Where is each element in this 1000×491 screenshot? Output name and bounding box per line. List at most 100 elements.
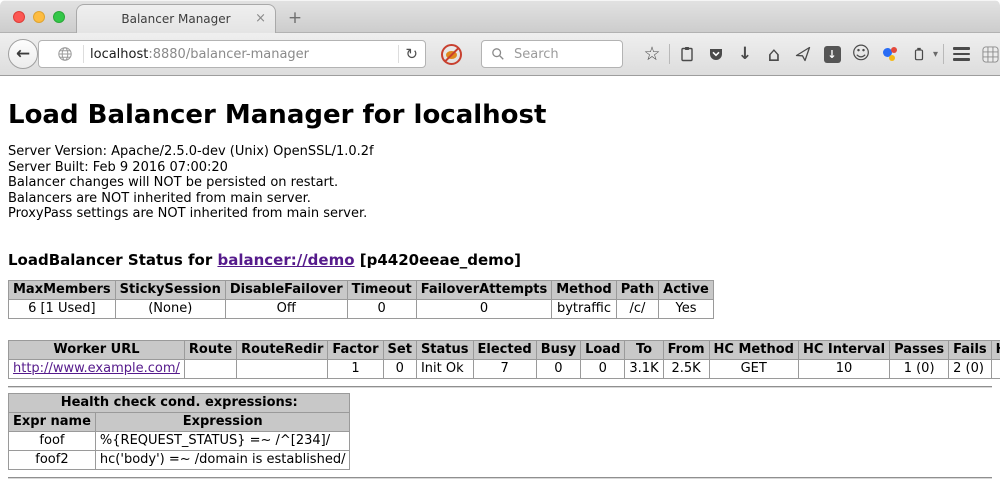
col-header-worker-url: Worker URL	[9, 340, 185, 359]
toolbar-separator	[669, 44, 670, 64]
colored-dots	[881, 45, 899, 63]
col-header-to: To	[625, 340, 663, 359]
url-bar[interactable]: localhost:8880/balancer-manager ↻	[38, 40, 426, 68]
chevron-down-icon[interactable]: ▾	[933, 49, 938, 60]
window-controls	[13, 11, 65, 23]
toolbar-icons: ☆ ↓ ⌂ ↓ ☺ ▾	[640, 42, 1000, 66]
cell-worker-url: http://www.example.com/	[9, 359, 185, 378]
col-header-hc-method: HC Method	[709, 340, 798, 359]
col-header-active: Active	[659, 280, 714, 299]
search-bar[interactable]	[481, 40, 623, 68]
close-window-button[interactable]	[13, 11, 25, 23]
back-button[interactable]: ←	[8, 39, 38, 69]
table-row: 6 [1 Used] (None) Off 0 0 bytraffic /c/ …	[9, 299, 714, 318]
content-blocked-icon[interactable]	[441, 44, 462, 65]
hamburger-bars	[953, 47, 970, 61]
menu-hamburger-icon[interactable]	[949, 42, 973, 66]
cell-status: Init Ok	[416, 359, 473, 378]
col-header-path: Path	[616, 280, 658, 299]
col-header-status: Status	[416, 340, 473, 359]
cell-failoverattempts: 0	[416, 299, 552, 318]
cell-expression: hc('body') =~ /domain is established/	[95, 450, 350, 469]
tab-title: Balancer Manager	[121, 12, 230, 26]
table-header-row: MaxMembers StickySession DisableFailover…	[9, 280, 714, 299]
search-input[interactable]	[512, 46, 614, 63]
balancer-params-table: MaxMembers StickySession DisableFailover…	[8, 280, 714, 319]
col-header-failoverattempts: FailoverAttempts	[416, 280, 552, 299]
cell-timeout: 0	[347, 299, 416, 318]
cell-fails: 2 (0)	[949, 359, 992, 378]
col-header-route: Route	[184, 340, 236, 359]
col-header-set: Set	[383, 340, 416, 359]
cell-hc-interval: 10	[798, 359, 889, 378]
download-addon-arrow: ↓	[824, 46, 841, 63]
col-header-stickysession: StickySession	[115, 280, 225, 299]
server-built-line: Server Built: Feb 9 2016 07:00:20	[8, 160, 992, 176]
colored-dots-addon-icon[interactable]	[878, 42, 902, 66]
col-header-expression: Expression	[95, 412, 350, 431]
cell-expr-name: foof	[9, 431, 96, 450]
downloads-icon[interactable]: ↓	[733, 42, 757, 66]
cell-load: 0	[581, 359, 625, 378]
loadbalancer-status-heading: LoadBalancer Status for balancer://demo …	[8, 251, 992, 269]
col-header-factor: Factor	[328, 340, 383, 359]
cell-route	[184, 359, 236, 378]
reload-icon[interactable]: ↻	[405, 47, 418, 62]
cell-path: /c/	[616, 299, 658, 318]
container-addon-icon[interactable]	[907, 42, 931, 66]
col-header-hc-uri: HC uri	[991, 340, 1000, 359]
pocket-icon[interactable]	[704, 42, 728, 66]
urlbar-separator	[83, 45, 84, 63]
cell-passes: 1 (0)	[890, 359, 949, 378]
bookmark-star-icon[interactable]: ☆	[640, 42, 664, 66]
back-arrow-icon: ←	[16, 46, 30, 63]
col-header-fails: Fails	[949, 340, 992, 359]
col-header-expr-name: Expr name	[9, 412, 96, 431]
home-icon[interactable]: ⌂	[762, 42, 786, 66]
col-header-method: Method	[552, 280, 616, 299]
cell-stickysession: (None)	[115, 299, 225, 318]
zoom-window-button[interactable]	[53, 11, 65, 23]
toolbar-separator2	[943, 44, 944, 64]
minimize-window-button[interactable]	[33, 11, 45, 23]
worker-row: http://www.example.com/ 1 0 Init Ok 7 0 …	[9, 359, 1000, 378]
table-header-row: Expr name Expression	[9, 412, 350, 431]
cell-hc-uri	[991, 359, 1000, 378]
col-header-maxmembers: MaxMembers	[9, 280, 116, 299]
cell-hc-method: GET	[709, 359, 798, 378]
cell-set: 0	[383, 359, 416, 378]
horizontal-rule	[8, 386, 992, 388]
clipboard-icon[interactable]	[675, 42, 699, 66]
balancer-demo-link[interactable]: balancer://demo	[217, 251, 354, 269]
col-header-load: Load	[581, 340, 625, 359]
grid-addon-icon[interactable]	[978, 42, 1000, 66]
health-check-table: Health check cond. expressions: Expr nam…	[8, 393, 350, 470]
horizontal-rule-bottom	[8, 477, 992, 479]
smiley-addon-icon[interactable]: ☺	[849, 42, 873, 66]
download-addon-icon[interactable]: ↓	[820, 42, 844, 66]
cell-maxmembers: 6 [1 Used]	[9, 299, 116, 318]
proxypass-notice-line: ProxyPass settings are NOT inherited fro…	[8, 206, 992, 222]
col-header-elected: Elected	[473, 340, 536, 359]
cell-method: bytraffic	[552, 299, 616, 318]
send-tab-icon[interactable]	[791, 42, 815, 66]
url-text[interactable]: localhost:8880/balancer-manager	[90, 47, 392, 62]
worker-table: Worker URL Route RouteRedir Factor Set S…	[8, 340, 1000, 379]
navigation-toolbar: ← localhost:8880/balancer-manager ↻ ☆	[0, 33, 1000, 76]
tab-close-icon[interactable]: ×	[255, 12, 266, 25]
server-version-line: Server Version: Apache/2.5.0-dev (Unix) …	[8, 144, 992, 160]
url-path: :8880/balancer-manager	[148, 47, 309, 62]
new-tab-button[interactable]: +	[285, 8, 305, 28]
globe-icon	[53, 42, 77, 66]
col-header-from: From	[663, 340, 709, 359]
col-header-hc-interval: HC Interval	[798, 340, 889, 359]
tab-balancer-manager[interactable]: Balancer Manager ×	[76, 4, 276, 33]
health-row: foof2 hc('body') =~ /domain is establish…	[9, 450, 350, 469]
worker-url-link[interactable]: http://www.example.com/	[13, 361, 180, 376]
url-host: localhost	[90, 47, 148, 62]
table-header-row: Worker URL Route RouteRedir Factor Set S…	[9, 340, 1000, 359]
search-icon	[490, 42, 506, 66]
cell-to: 3.1K	[625, 359, 663, 378]
col-header-busy: Busy	[536, 340, 580, 359]
persist-notice-line: Balancer changes will NOT be persisted o…	[8, 175, 992, 191]
